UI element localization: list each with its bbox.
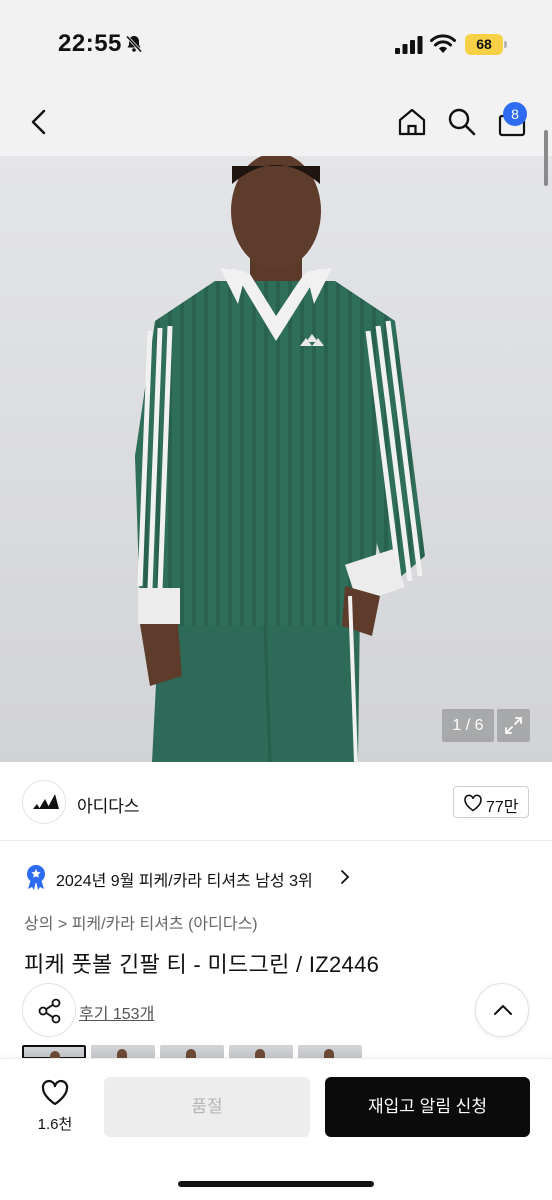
thumbnail[interactable]: [229, 1045, 293, 1059]
brand-like-button[interactable]: 77만: [453, 786, 529, 818]
image-counter: 1 / 6: [442, 709, 494, 742]
heart-icon: [40, 1079, 70, 1112]
ranking-medal-icon: [24, 864, 48, 895]
expand-button[interactable]: [497, 709, 530, 742]
brand-like-count: 77만: [486, 799, 519, 816]
scroll-top-button[interactable]: [475, 983, 529, 1037]
ranking-text[interactable]: 2024년 9월 피케/카라 티셔츠 남성 3위: [56, 867, 313, 891]
product-title: 피케 풋볼 긴팔 티 - 미드그린 / IZ2446: [24, 952, 380, 977]
thumbnail[interactable]: [298, 1045, 362, 1059]
status-bar: 22:55 68: [0, 0, 552, 90]
cart-count-badge: 8: [503, 102, 527, 126]
home-indicator: [178, 1181, 374, 1187]
top-nav: 8: [0, 90, 552, 156]
product-image[interactable]: [0, 156, 552, 762]
breadcrumb-subcategory[interactable]: 피케/카라 티셔츠 (아디다스): [72, 916, 258, 933]
share-button[interactable]: [22, 983, 76, 1037]
thumbnail[interactable]: [91, 1045, 155, 1059]
chevron-right-icon[interactable]: [340, 869, 350, 890]
battery-indicator: 68: [465, 34, 503, 55]
breadcrumb-separator-icon: >: [57, 916, 72, 933]
brand-logo[interactable]: [22, 780, 66, 824]
restock-alert-button[interactable]: 재입고 알림 신청: [325, 1077, 530, 1137]
soldout-button[interactable]: 품절: [104, 1077, 310, 1137]
status-time: 22:55: [58, 30, 122, 57]
bell-slash-icon: [124, 34, 144, 59]
battery-tip: [504, 41, 507, 48]
wifi-icon: [430, 34, 456, 59]
breadcrumb-category[interactable]: 상의: [24, 916, 53, 933]
scrollbar[interactable]: [544, 130, 548, 186]
brand-name[interactable]: 아디다스: [77, 792, 140, 817]
share-icon: [36, 997, 64, 1030]
divider: [0, 840, 552, 841]
search-icon[interactable]: [446, 106, 478, 143]
thumbnail-strip: [22, 1045, 362, 1059]
heart-icon: [463, 794, 483, 817]
wishlist-button[interactable]: 1.6천: [30, 1079, 80, 1139]
signal-icon: [395, 36, 423, 59]
thumbnail[interactable]: [22, 1045, 86, 1059]
review-link[interactable]: 후기 153개: [79, 1000, 154, 1024]
thumbnail[interactable]: [160, 1045, 224, 1059]
home-icon[interactable]: [396, 106, 428, 143]
breadcrumb: 상의 > 피케/카라 티셔츠 (아디다스): [24, 910, 258, 934]
model-photo: [135, 156, 425, 762]
wishlist-count: 1.6천: [37, 1116, 73, 1133]
chevron-left-icon[interactable]: [26, 107, 52, 142]
chevron-up-icon: [492, 1001, 514, 1024]
adidas-logo-icon: [33, 794, 59, 809]
expand-icon: [497, 717, 530, 746]
bottom-action-bar: 1.6천 품절 재입고 알림 신청: [0, 1058, 552, 1200]
